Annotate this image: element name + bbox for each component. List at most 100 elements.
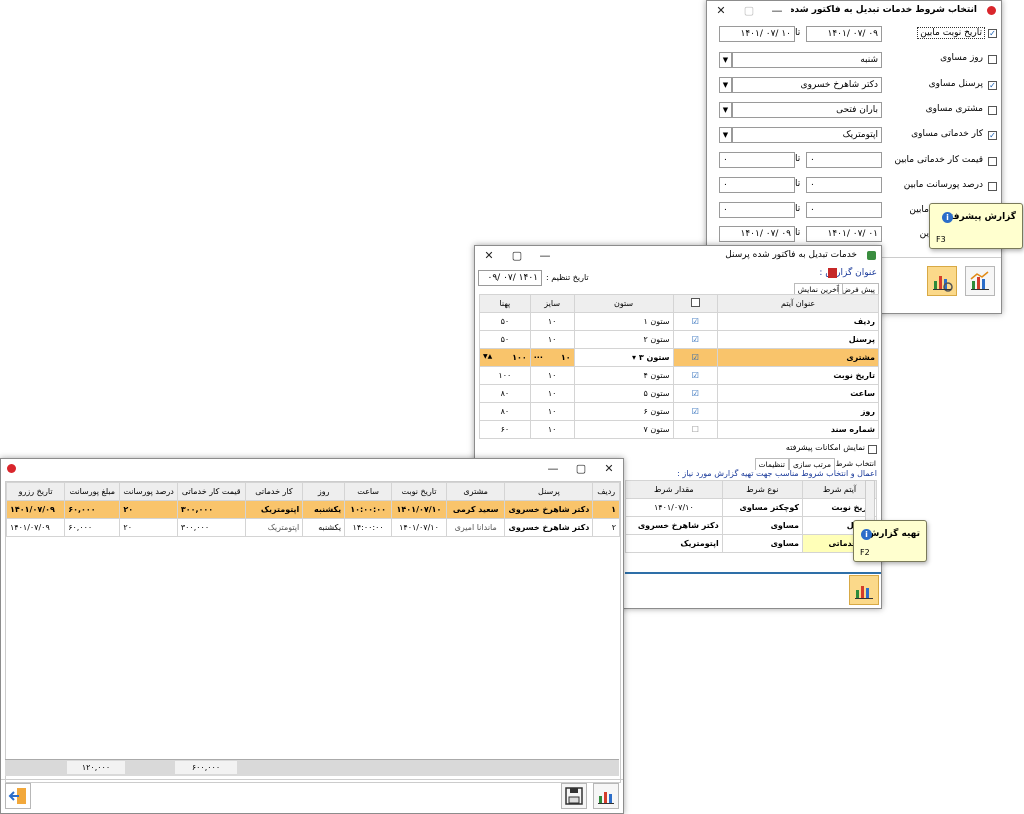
table-row[interactable]: روز ☑ ستون ۶ ۱۰ ۸۰ — [479, 402, 879, 421]
report-titlebar: — ▢ ✕ — [1, 459, 623, 477]
size-cell[interactable]: ۱۰ — [529, 384, 575, 403]
chevron-down-icon[interactable]: ▼ — [719, 127, 732, 143]
price-from-input[interactable]: ۰ — [806, 152, 882, 168]
day-select[interactable]: شنبه — [732, 52, 882, 68]
checkbox-date-range[interactable]: ✓ — [988, 29, 997, 38]
cond-value-cell[interactable]: اپتومتریک — [625, 534, 723, 553]
commission-to-input[interactable]: ۰ — [719, 177, 795, 193]
table-row[interactable]: ساعت ☑ ستون ۵ ۱۰ ۸۰ — [479, 384, 879, 403]
cond-value-cell[interactable]: ۱۴۰۱/۰۷/۱۰ — [625, 498, 723, 517]
cond-value-cell[interactable]: دکتر شاهرخ خسروی — [625, 516, 723, 535]
checkbox-commission-range[interactable] — [988, 182, 997, 191]
minimize-button[interactable]: — — [531, 246, 559, 264]
col-header: عنوان آیتم — [717, 294, 879, 313]
chevron-down-icon[interactable]: ▼ — [719, 102, 732, 118]
range7-from-input[interactable]: ۰ — [806, 202, 882, 218]
visible-checkbox[interactable]: ☑ — [672, 312, 719, 331]
pdf-icon — [828, 268, 837, 278]
chevron-down-icon[interactable]: ▾ — [632, 353, 636, 362]
customer-select[interactable]: باران فتحی — [732, 102, 882, 118]
chart-report-button[interactable] — [965, 266, 995, 296]
column-cell[interactable]: ستون ۷ — [573, 420, 674, 439]
width-cell[interactable]: ۵۰ — [479, 312, 531, 331]
maximize-button[interactable]: ▢ — [735, 1, 763, 19]
commission-from-input[interactable]: ۰ — [806, 177, 882, 193]
tab-select-condition[interactable]: انتخاب شرط — [833, 458, 879, 469]
price-to-input[interactable]: ۰ — [719, 152, 795, 168]
visible-checkbox[interactable]: ☑ — [672, 402, 719, 421]
column-cell[interactable]: ستون ۴ — [573, 366, 674, 385]
width-cell[interactable]: ۸۰ — [479, 402, 531, 421]
width-cell[interactable]: ۱۰۰ ▲▼ — [479, 348, 531, 367]
visible-checkbox[interactable]: ☑ — [672, 348, 719, 367]
size-cell[interactable]: ۱۰ — [529, 420, 575, 439]
maximize-button[interactable]: ▢ — [567, 459, 595, 477]
table-row[interactable]: تاریخ نوبت ☑ ستون ۴ ۱۰ ۱۰۰ — [479, 366, 879, 385]
close-button[interactable]: ✕ — [475, 246, 503, 264]
range7-to-input[interactable]: ۰ — [719, 202, 795, 218]
prepare-report-button[interactable] — [849, 575, 879, 605]
report-window: — ▢ ✕ ردیف پرسنل مشتری تاریخ نوبت ساعت ر… — [0, 458, 624, 814]
table-row[interactable]: پرسنل مساوی دکتر شاهرخ خسروی — [625, 516, 877, 535]
cond-type-cell[interactable]: مساوی — [721, 534, 804, 553]
maximize-button[interactable]: ▢ — [503, 246, 531, 264]
range8-to-input[interactable]: ۰۹ /۰۷ /۱۴۰۱ — [719, 226, 795, 242]
label-range-7: مابین — [909, 205, 929, 215]
visible-checkbox[interactable]: ☑ — [672, 366, 719, 385]
checkbox-customer[interactable] — [988, 106, 997, 115]
column-cell[interactable]: ستون ۵ — [573, 384, 674, 403]
checkbox-personnel[interactable]: ✓ — [988, 81, 997, 90]
column-cell[interactable]: ستون ۱ — [573, 312, 674, 331]
chevron-down-icon[interactable]: ▼ — [719, 52, 732, 68]
table-row[interactable]: ۲ دکتر شاهرخ خسروی ماندانا امیری ۱۴۰۱/۰۷… — [6, 518, 620, 537]
table-row-selected[interactable]: مشتری ☑ ستون ۳ ▾ ۱۰ ··· ۱۰۰ ▲▼ — [479, 348, 879, 367]
column-select[interactable]: ستون ۳ — [639, 353, 670, 362]
service-select[interactable]: اپتومتریک — [732, 127, 882, 143]
advanced-report-button[interactable] — [927, 266, 957, 296]
spin-icon[interactable]: ▲▼ — [483, 353, 492, 360]
save-button[interactable] — [561, 783, 587, 809]
visible-checkbox[interactable]: ☑ — [672, 330, 719, 349]
table-row[interactable]: شماره سند ☐ ستون ۷ ۱۰ ۶۰ — [479, 420, 879, 439]
visible-checkbox[interactable]: ☑ — [672, 384, 719, 403]
checkbox-price-range[interactable] — [988, 157, 997, 166]
checkbox-day[interactable] — [988, 55, 997, 64]
cond-type-cell[interactable]: مساوی — [721, 516, 804, 535]
size-cell[interactable]: ۱۰ ··· — [529, 348, 575, 367]
width-cell[interactable]: ۵۰ — [479, 330, 531, 349]
close-button[interactable]: ✕ — [707, 1, 735, 19]
cell: دکتر شاهرخ خسروی — [504, 500, 594, 519]
label-to: تا — [795, 179, 801, 189]
date-from-input[interactable]: ۰۹ /۰۷ /۱۴۰۱ — [806, 26, 882, 42]
width-cell[interactable]: ۸۰ — [479, 384, 531, 403]
range8-from-input[interactable]: ۰۱ /۰۷ /۱۴۰۱ — [806, 226, 882, 242]
minimize-button[interactable]: — — [763, 1, 791, 19]
personnel-select[interactable]: دکتر شاهرخ خسروی — [732, 77, 882, 93]
chevron-down-icon[interactable]: ▼ — [719, 77, 732, 93]
checkbox-service[interactable]: ✓ — [988, 131, 997, 140]
size-cell[interactable]: ۱۰ — [529, 312, 575, 331]
cond-type-cell[interactable]: کوچکتر مساوی — [721, 498, 804, 517]
table-row[interactable]: پرسنل ☑ ستون ۲ ۱۰ ۵۰ — [479, 330, 879, 349]
advanced-features-checkbox[interactable] — [868, 445, 877, 454]
column-cell[interactable]: ستون ۳ ▾ — [573, 348, 674, 367]
date-input[interactable]: ۱۴۰۱ /۰۷ /۰۹ — [478, 270, 542, 286]
width-cell[interactable]: ۱۰۰ — [479, 366, 531, 385]
exit-button[interactable] — [5, 783, 31, 809]
visible-checkbox[interactable]: ☐ — [672, 420, 719, 439]
table-row[interactable]: کار خدماتی مساوی اپتومتریک — [625, 534, 877, 553]
column-cell[interactable]: ستون ۲ — [573, 330, 674, 349]
ellipsis-icon[interactable]: ··· — [534, 353, 543, 362]
size-cell[interactable]: ۱۰ — [529, 366, 575, 385]
table-row[interactable]: ردیف ☑ ستون ۱ ۱۰ ۵۰ — [479, 312, 879, 331]
table-row[interactable]: تاریخ نوبت کوچکتر مساوی ۱۴۰۱/۰۷/۱۰ — [625, 498, 877, 517]
size-cell[interactable]: ۱۰ — [529, 330, 575, 349]
minimize-button[interactable]: — — [539, 459, 567, 477]
chart-report-button[interactable] — [593, 783, 619, 809]
size-cell[interactable]: ۱۰ — [529, 402, 575, 421]
column-cell[interactable]: ستون ۶ — [573, 402, 674, 421]
table-row-selected[interactable]: ۱ دکتر شاهرخ خسروی سعید کرمی ۱۴۰۱/۰۷/۱۰ … — [6, 500, 620, 519]
close-button[interactable]: ✕ — [595, 459, 623, 477]
date-to-input[interactable]: ۱۰ /۰۷ /۱۴۰۱ — [719, 26, 795, 42]
width-cell[interactable]: ۶۰ — [479, 420, 531, 439]
